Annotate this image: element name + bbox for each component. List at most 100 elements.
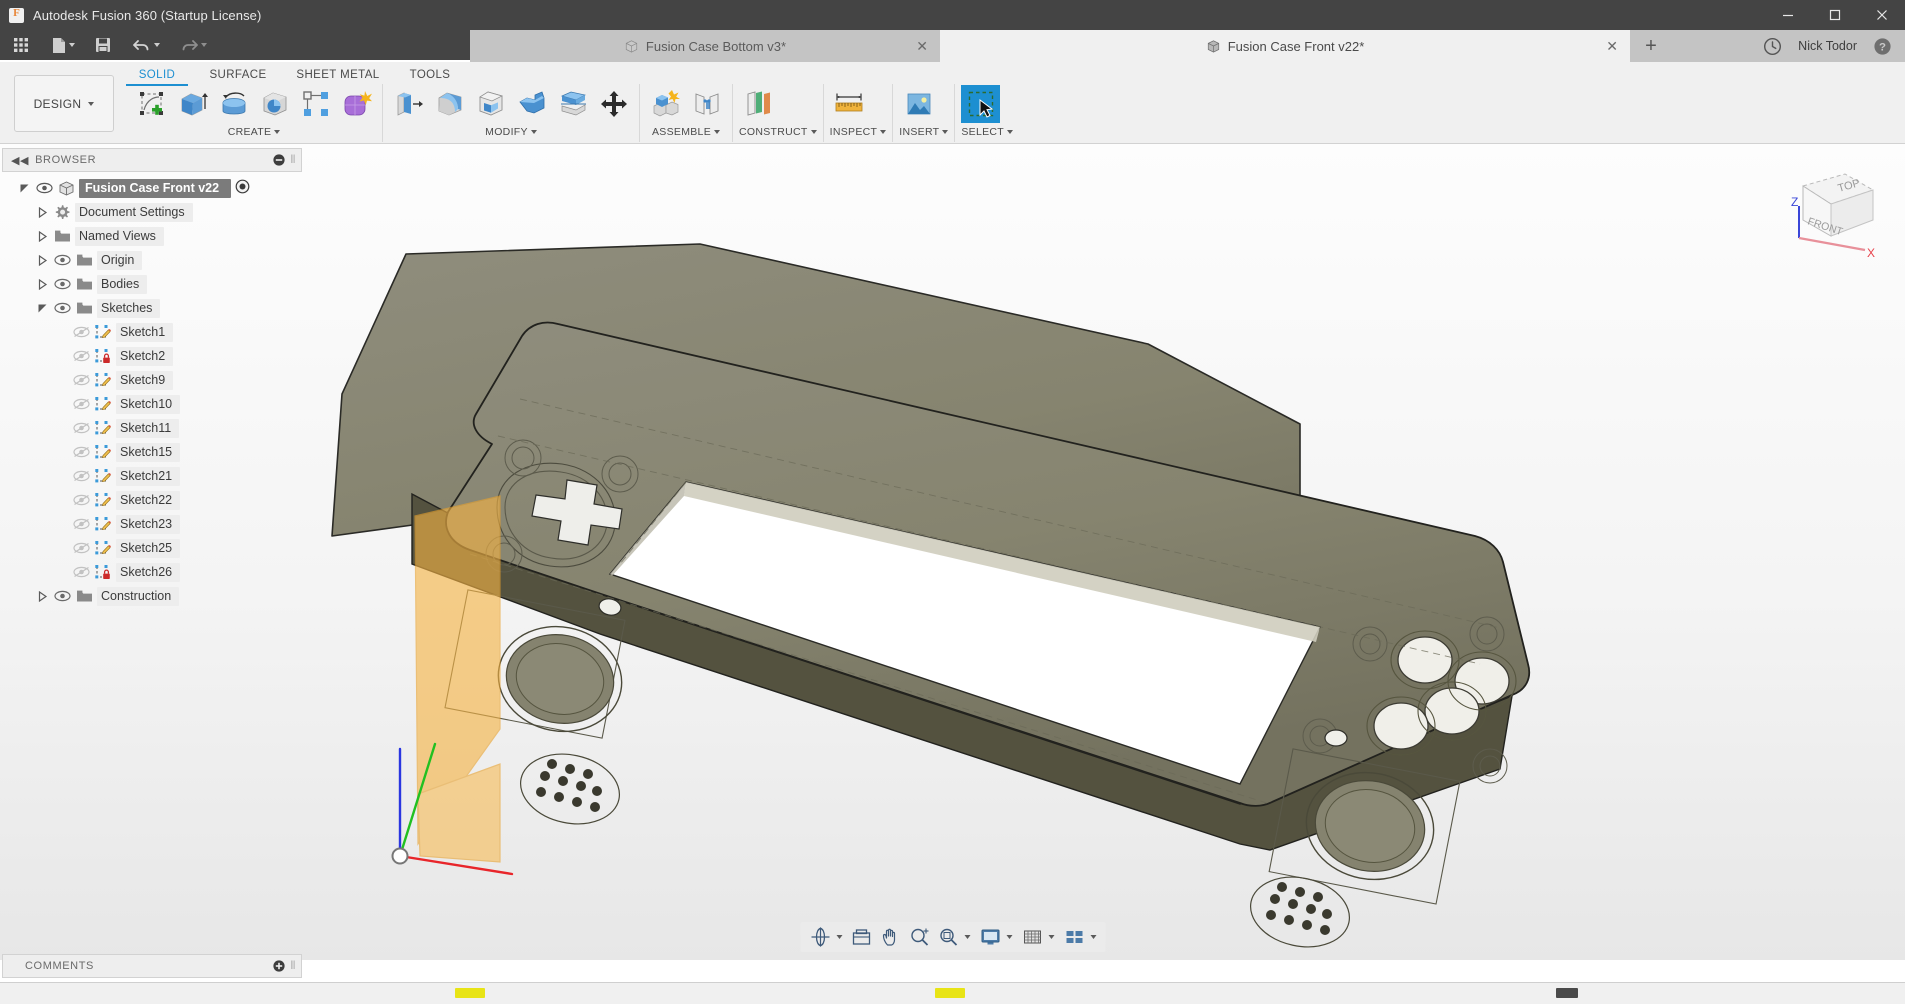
ribbon-tab-solid[interactable]: SOLID — [126, 66, 188, 86]
redo-icon[interactable] — [175, 30, 212, 60]
tree-node-sketch15[interactable]: Sketch15 — [2, 440, 302, 464]
expander-collapsed-icon[interactable] — [34, 230, 51, 242]
form-tool[interactable] — [337, 85, 376, 123]
redo-chevron-down-icon[interactable] — [201, 43, 207, 47]
visibility-eye-off-icon[interactable] — [70, 326, 92, 338]
app-grid-icon[interactable] — [8, 30, 34, 60]
press-pull-tool[interactable] — [389, 85, 428, 123]
tree-node-sketch21[interactable]: Sketch21 — [2, 464, 302, 488]
tree-node-construction[interactable]: Construction — [2, 584, 302, 608]
minimize-button[interactable] — [1764, 0, 1811, 30]
close-button[interactable] — [1858, 0, 1905, 30]
insert-panel-label[interactable]: INSERT — [899, 124, 949, 140]
expander-collapsed-icon[interactable] — [34, 590, 51, 602]
undo-icon[interactable] — [128, 30, 165, 60]
timeline-marker[interactable] — [935, 988, 965, 998]
tree-node-sketch1[interactable]: Sketch1 — [2, 320, 302, 344]
select-tool[interactable] — [961, 85, 1001, 123]
shell-tool[interactable] — [471, 85, 510, 123]
visibility-eye-off-icon[interactable] — [70, 374, 92, 386]
offset-plane-tool[interactable] — [739, 85, 778, 123]
save-icon[interactable] — [90, 30, 116, 60]
activate-component-radio[interactable] — [235, 179, 250, 197]
visibility-eye-off-icon[interactable] — [70, 446, 92, 458]
split-face-tool[interactable] — [553, 85, 592, 123]
visibility-eye-off-icon[interactable] — [70, 542, 92, 554]
tree-node-sketch25[interactable]: Sketch25 — [2, 536, 302, 560]
orbit-chevron-down-icon[interactable] — [836, 935, 842, 939]
visibility-eye-icon[interactable] — [51, 254, 73, 266]
tree-node-document-settings[interactable]: Document Settings — [2, 200, 302, 224]
tree-node-sketch11[interactable]: Sketch11 — [2, 416, 302, 440]
display-settings-icon[interactable] — [976, 924, 1004, 950]
new-component-tool[interactable] — [646, 85, 685, 123]
inspect-chevron-down-icon[interactable] — [880, 130, 887, 134]
modify-chevron-down-icon[interactable] — [530, 130, 537, 134]
visibility-eye-off-icon[interactable] — [70, 422, 92, 434]
timeline-bar[interactable] — [0, 982, 1905, 1004]
pattern-tool[interactable] — [296, 85, 335, 123]
select-panel-label[interactable]: SELECT — [961, 124, 1014, 140]
inspect-panel-label[interactable]: INSPECT — [830, 124, 887, 140]
pan-icon[interactable] — [876, 924, 904, 950]
user-name-label[interactable]: Nick Todor — [1798, 39, 1857, 53]
add-comment-icon[interactable] — [272, 960, 285, 972]
insert-chevron-down-icon[interactable] — [942, 130, 949, 134]
browser-collapse-icon[interactable]: ◀◀ — [3, 154, 35, 167]
create-chevron-down-icon[interactable] — [274, 130, 281, 134]
visibility-eye-icon[interactable] — [51, 278, 73, 290]
sweep-tool[interactable] — [255, 85, 294, 123]
visibility-eye-off-icon[interactable] — [70, 494, 92, 506]
visibility-eye-off-icon[interactable] — [70, 566, 92, 578]
maximize-button[interactable] — [1811, 0, 1858, 30]
fit-icon[interactable] — [934, 924, 962, 950]
visibility-eye-icon[interactable] — [51, 302, 73, 314]
ribbon-tab-tools[interactable]: TOOLS — [398, 66, 462, 86]
workspace-chevron-down-icon[interactable] — [88, 101, 95, 106]
expander-expanded-icon[interactable] — [16, 183, 33, 194]
tree-node-bodies[interactable]: Bodies — [2, 272, 302, 296]
comments-grip[interactable]: ⦀ — [291, 960, 296, 973]
grid-snaps-chevron-down-icon[interactable] — [1048, 935, 1054, 939]
visibility-eye-off-icon[interactable] — [70, 398, 92, 410]
document-tab-front-close-icon[interactable]: ✕ — [1606, 39, 1618, 53]
tree-node-origin[interactable]: Origin — [2, 248, 302, 272]
document-tab-front[interactable]: Fusion Case Front v22* ✕ — [940, 30, 1630, 62]
visibility-eye-off-icon[interactable] — [70, 518, 92, 530]
visibility-eye-off-icon[interactable] — [70, 470, 92, 482]
tree-node-sketch22[interactable]: Sketch22 — [2, 488, 302, 512]
display-settings-chevron-down-icon[interactable] — [1006, 935, 1012, 939]
look-at-icon[interactable] — [847, 924, 875, 950]
revolve-tool[interactable] — [214, 85, 253, 123]
timeline-playhead[interactable] — [1556, 988, 1578, 998]
modify-panel-label[interactable]: MODIFY — [389, 124, 633, 140]
fit-chevron-down-icon[interactable] — [964, 935, 970, 939]
expander-collapsed-icon[interactable] — [34, 206, 51, 218]
document-tab-bottom-close-icon[interactable]: ✕ — [916, 39, 928, 53]
assemble-chevron-down-icon[interactable] — [714, 130, 720, 134]
fillet-tool[interactable] — [430, 85, 469, 123]
zoom-icon[interactable] — [905, 924, 933, 950]
browser-minus-icon[interactable] — [272, 154, 285, 166]
tree-node-sketch23[interactable]: Sketch23 — [2, 512, 302, 536]
orbit-icon[interactable] — [806, 924, 834, 950]
new-file-icon[interactable] — [47, 30, 80, 60]
visibility-eye-off-icon[interactable] — [70, 350, 92, 362]
viewports-icon[interactable] — [1060, 924, 1088, 950]
tree-node-named-views[interactable]: Named Views — [2, 224, 302, 248]
insert-image-tool[interactable] — [899, 85, 938, 123]
combine-tool[interactable] — [512, 85, 551, 123]
timeline-marker[interactable] — [455, 988, 485, 998]
measure-tool[interactable] — [830, 85, 869, 123]
visibility-eye-icon[interactable] — [51, 590, 73, 602]
undo-chevron-down-icon[interactable] — [154, 43, 160, 47]
tree-node-sketch10[interactable]: Sketch10 — [2, 392, 302, 416]
select-chevron-down-icon[interactable] — [1007, 130, 1014, 134]
visibility-eye-icon[interactable] — [33, 182, 55, 194]
view-cube[interactable]: TOP FRONT Z X — [1773, 162, 1883, 262]
construct-panel-label[interactable]: CONSTRUCT — [739, 124, 817, 140]
tree-node-root[interactable]: Fusion Case Front v22 — [2, 176, 302, 200]
new-file-chevron-down-icon[interactable] — [69, 43, 75, 47]
job-status-clock-icon[interactable] — [1763, 37, 1782, 56]
tree-node-sketch26[interactable]: Sketch26 — [2, 560, 302, 584]
